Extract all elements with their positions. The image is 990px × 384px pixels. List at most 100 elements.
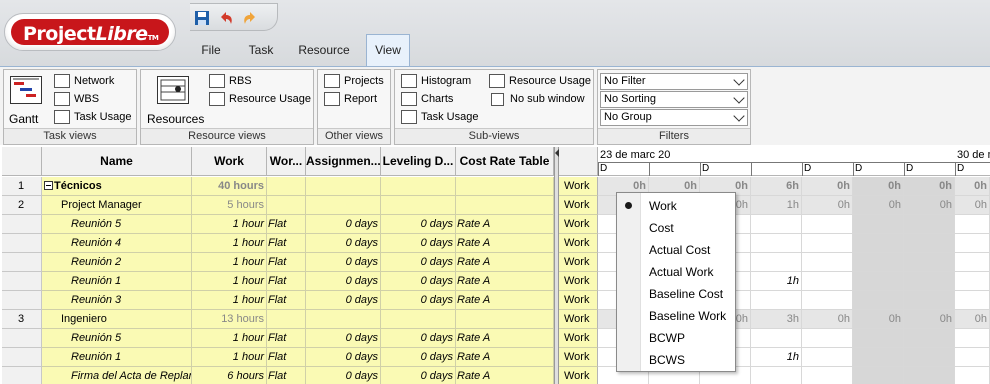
row-number[interactable] [2, 272, 42, 291]
usage-cell[interactable] [904, 215, 955, 234]
usage-cell[interactable]: 0h [904, 196, 955, 215]
usage-cell[interactable]: 0h [802, 177, 853, 196]
cost-rate-table-cell[interactable]: Rate A [456, 253, 554, 272]
assignment-row[interactable]: Reunión 31 hour Flat 0 days 0 days Rate A [2, 291, 554, 310]
resource-row[interactable]: 2 Project Manager 5 hours [2, 196, 554, 215]
usage-cell[interactable] [853, 329, 904, 348]
cost-rate-table-cell[interactable]: Rate A [456, 291, 554, 310]
report-button[interactable]: Report [324, 90, 377, 108]
resource-row[interactable]: 3 Ingeniero 13 hours [2, 310, 554, 329]
cost-rate-table-cell[interactable]: Rate A [456, 329, 554, 348]
no-sub-window-button[interactable]: No sub window [491, 90, 585, 108]
usage-cell[interactable] [802, 291, 853, 310]
assignment-delay-cell[interactable]: 0 days [306, 253, 381, 272]
usage-cell[interactable] [853, 253, 904, 272]
work-contour-cell[interactable]: Flat [267, 291, 306, 310]
usage-cell[interactable] [853, 215, 904, 234]
header-cost-rate-table[interactable]: Cost Rate Table [456, 147, 554, 176]
name-cell[interactable]: Reunión 1 [42, 348, 192, 367]
work-contour-cell[interactable] [267, 196, 306, 215]
usage-cell[interactable] [904, 291, 955, 310]
leveling-delay-cell[interactable]: 0 days [381, 234, 456, 253]
cost-rate-table-cell[interactable] [456, 177, 554, 196]
name-cell[interactable]: Reunión 2 [42, 253, 192, 272]
name-cell[interactable]: Reunión 4 [42, 234, 192, 253]
usage-cell[interactable] [853, 348, 904, 367]
usage-cell[interactable] [853, 291, 904, 310]
usage-cell[interactable] [853, 234, 904, 253]
leveling-delay-cell[interactable]: 0 days [381, 367, 456, 384]
row-number[interactable]: 1 [2, 177, 42, 196]
leveling-delay-cell[interactable]: 0 days [381, 272, 456, 291]
assignment-row[interactable]: Reunión 11 hour Flat 0 days 0 days Rate A [2, 348, 554, 367]
resource-usage-button[interactable]: Resource Usage [209, 90, 311, 108]
header-work[interactable]: Work [192, 147, 267, 176]
usage-cell[interactable] [955, 253, 990, 272]
usage-cell[interactable] [751, 253, 802, 272]
usage-cell[interactable] [751, 215, 802, 234]
usage-cell[interactable] [802, 253, 853, 272]
popup-item-work[interactable]: Work [617, 195, 735, 217]
group-dropdown[interactable]: No Group [600, 109, 748, 126]
usage-cell[interactable] [802, 215, 853, 234]
sorting-dropdown[interactable]: No Sorting [600, 91, 748, 108]
usage-cell[interactable] [802, 367, 853, 384]
work-contour-cell[interactable]: Flat [267, 272, 306, 291]
usage-cell[interactable] [853, 367, 904, 384]
name-cell[interactable]: Firma del Acta de Replan [42, 367, 192, 384]
sub-resource-usage-button[interactable]: Resource Usage [489, 72, 591, 90]
assignment-row[interactable]: Reunión 41 hour Flat 0 days 0 days Rate A [2, 234, 554, 253]
leveling-delay-cell[interactable] [381, 196, 456, 215]
task-usage-button[interactable]: Task Usage [54, 108, 131, 126]
redo-icon[interactable] [242, 10, 258, 26]
usage-cell[interactable]: 0h [853, 196, 904, 215]
usage-cell[interactable]: 0h [955, 177, 990, 196]
rbs-button[interactable]: RBS [209, 72, 252, 90]
usage-cell[interactable]: 1h [751, 348, 802, 367]
popup-item-actual-work[interactable]: Actual Work [617, 261, 735, 283]
assignment-delay-cell[interactable]: 0 days [306, 291, 381, 310]
no-sub-window-checkbox[interactable] [491, 92, 504, 106]
header-work-contour[interactable]: Wor... [267, 147, 306, 176]
usage-cell[interactable] [802, 272, 853, 291]
leveling-delay-cell[interactable]: 0 days [381, 348, 456, 367]
popup-item-actual-cost[interactable]: Actual Cost [617, 239, 735, 261]
work-cell[interactable]: 1 hour [192, 329, 267, 348]
work-contour-cell[interactable] [267, 310, 306, 329]
assignment-delay-cell[interactable]: 0 days [306, 234, 381, 253]
usage-cell[interactable] [751, 329, 802, 348]
usage-cell[interactable] [904, 367, 955, 384]
work-contour-cell[interactable]: Flat [267, 329, 306, 348]
usage-cell[interactable] [955, 272, 990, 291]
cost-rate-table-cell[interactable]: Rate A [456, 234, 554, 253]
row-number[interactable]: 2 [2, 196, 42, 215]
assignment-delay-cell[interactable]: 0 days [306, 348, 381, 367]
leveling-delay-cell[interactable]: 0 days [381, 329, 456, 348]
usage-cell[interactable]: 0h [853, 310, 904, 329]
row-number[interactable] [2, 367, 42, 384]
usage-cell[interactable] [955, 329, 990, 348]
sub-task-usage-button[interactable]: Task Usage [401, 108, 478, 126]
usage-cell[interactable]: 0h [802, 310, 853, 329]
cost-rate-table-cell[interactable]: Rate A [456, 367, 554, 384]
row-number[interactable] [2, 291, 42, 310]
undo-icon[interactable] [218, 10, 234, 26]
resources-icon[interactable] [157, 76, 189, 104]
cost-rate-table-cell[interactable] [456, 310, 554, 329]
row-number[interactable] [2, 253, 42, 272]
usage-cell[interactable] [802, 234, 853, 253]
cost-rate-table-cell[interactable]: Rate A [456, 215, 554, 234]
assignment-row[interactable]: Firma del Acta de Replan 6 hours Flat 0 day… [2, 367, 554, 384]
wbs-button[interactable]: WBS [54, 90, 99, 108]
usage-cell[interactable] [955, 348, 990, 367]
usage-cell[interactable] [802, 348, 853, 367]
work-contour-cell[interactable]: Flat [267, 348, 306, 367]
usage-cell[interactable] [955, 215, 990, 234]
resources-button[interactable]: Resources [147, 110, 204, 128]
tab-file[interactable]: File [198, 34, 224, 66]
cost-rate-table-cell[interactable]: Rate A [456, 272, 554, 291]
assignment-row[interactable]: Reunión 11 hour Flat 0 days 0 days Rate A [2, 272, 554, 291]
name-cell[interactable]: Reunión 5 [42, 215, 192, 234]
save-icon[interactable] [194, 10, 210, 26]
usage-cell[interactable] [904, 253, 955, 272]
